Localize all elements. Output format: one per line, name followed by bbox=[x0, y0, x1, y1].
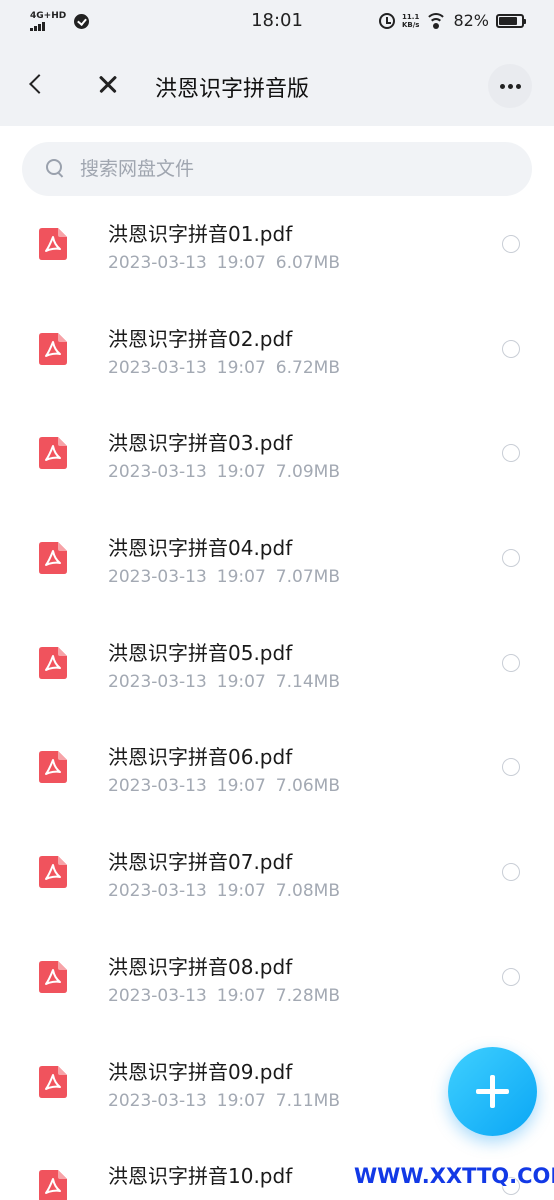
file-time: 19:07 bbox=[216, 462, 266, 483]
speed-unit: KB/s bbox=[401, 20, 420, 29]
file-meta: 2023-03-13 19:07 7.09MB bbox=[108, 462, 350, 482]
file-time: 19:07 bbox=[216, 671, 266, 692]
file-name: 洪恩识字拼音08.pdf bbox=[108, 954, 293, 979]
pdf-file-icon bbox=[39, 228, 67, 260]
file-date: 2023-03-13 bbox=[108, 881, 207, 902]
pdf-file-icon bbox=[39, 856, 67, 889]
status-bar: 4G+HD 18:01 11.1 KB/s 82% bbox=[0, 0, 554, 44]
file-row[interactable]: 洪恩识字拼音05.pdf 2023-03-13 19:07 7.14MB bbox=[0, 617, 554, 722]
alarm-icon bbox=[378, 12, 395, 29]
file-time: 19:07 bbox=[216, 567, 266, 588]
file-size: 7.28MB bbox=[275, 985, 340, 1006]
search-input[interactable] bbox=[80, 154, 500, 184]
select-radio[interactable] bbox=[502, 863, 520, 882]
file-size: 6.72MB bbox=[275, 357, 340, 378]
file-row[interactable]: 洪恩识字拼音03.pdf 2023-03-13 19:07 7.09MB bbox=[0, 407, 554, 512]
pdf-file-icon bbox=[39, 1065, 67, 1098]
select-radio[interactable] bbox=[502, 549, 520, 568]
file-meta: 2023-03-13 19:07 7.07MB bbox=[108, 567, 350, 587]
network-speed: 11.1 KB/s bbox=[402, 13, 419, 29]
pdf-file-icon bbox=[39, 1170, 67, 1200]
top-app-bar: 洪恩识字拼音版 bbox=[0, 44, 554, 126]
file-meta: 2023-03-13 19:07 7.14MB bbox=[108, 672, 350, 692]
file-time: 19:07 bbox=[216, 1090, 266, 1111]
file-meta bbox=[108, 1195, 138, 1200]
select-radio[interactable] bbox=[502, 653, 520, 672]
file-name: 洪恩识字拼音09.pdf bbox=[108, 1059, 293, 1084]
more-dots-icon bbox=[499, 83, 505, 89]
file-date: 2023-03-13 bbox=[108, 985, 207, 1006]
status-right: 11.1 KB/s 82% bbox=[378, 11, 526, 30]
pdf-file-icon bbox=[39, 437, 67, 470]
more-options-button[interactable] bbox=[488, 64, 532, 108]
file-row[interactable]: 洪恩识字拼音07.pdf 2023-03-13 19:07 7.08MB bbox=[0, 826, 554, 931]
file-name: 洪恩识字拼音07.pdf bbox=[108, 850, 293, 875]
file-name: 洪恩识字拼音10.pdf bbox=[108, 1164, 293, 1189]
file-row[interactable]: 洪恩识字拼音08.pdf 2023-03-13 19:07 7.28MB bbox=[0, 931, 554, 1036]
file-date: 2023-03-13 bbox=[108, 462, 207, 483]
file-size: 6.07MB bbox=[275, 253, 340, 273]
file-name: 洪恩识字拼音02.pdf bbox=[108, 326, 293, 351]
pdf-file-icon bbox=[39, 332, 67, 365]
file-size: 7.08MB bbox=[275, 881, 340, 902]
file-time: 19:07 bbox=[216, 253, 266, 273]
file-meta: 2023-03-13 19:07 6.72MB bbox=[108, 358, 350, 378]
search-icon bbox=[46, 159, 64, 177]
file-date: 2023-03-13 bbox=[108, 253, 207, 273]
close-button[interactable] bbox=[90, 66, 126, 102]
file-time: 19:07 bbox=[216, 881, 266, 902]
file-date: 2023-03-13 bbox=[108, 776, 207, 797]
back-button[interactable] bbox=[20, 66, 56, 102]
file-time: 19:07 bbox=[216, 985, 266, 1006]
pdf-file-icon bbox=[39, 960, 67, 993]
file-size: 7.06MB bbox=[275, 776, 340, 797]
file-row[interactable]: 洪恩识字拼音01.pdf 2023-03-13 19:07 6.07MB bbox=[0, 198, 554, 303]
select-radio[interactable] bbox=[502, 339, 520, 358]
search-bar[interactable] bbox=[22, 142, 532, 196]
file-meta: 2023-03-13 19:07 6.07MB bbox=[108, 253, 350, 273]
select-radio[interactable] bbox=[502, 967, 520, 986]
file-time: 19:07 bbox=[216, 776, 266, 797]
pdf-file-icon bbox=[39, 542, 67, 575]
file-row[interactable]: 洪恩识字拼音06.pdf 2023-03-13 19:07 7.06MB bbox=[0, 721, 554, 826]
wifi-icon bbox=[426, 12, 447, 29]
file-row[interactable]: 洪恩识字拼音04.pdf 2023-03-13 19:07 7.07MB bbox=[0, 512, 554, 617]
app-screen: 4G+HD 18:01 11.1 KB/s 82% 洪恩识字拼音版 搜索网盘文件… bbox=[0, 0, 554, 1200]
file-name: 洪恩识字拼音03.pdf bbox=[108, 431, 293, 456]
file-date: 2023-03-13 bbox=[108, 357, 207, 378]
file-name: 洪恩识字拼音04.pdf bbox=[108, 536, 293, 561]
file-size: 7.09MB bbox=[275, 462, 340, 483]
file-meta: 2023-03-13 19:07 7.11MB bbox=[108, 1091, 350, 1111]
speed-value: 11.1 bbox=[402, 12, 420, 21]
pdf-file-icon bbox=[39, 646, 67, 679]
battery-icon bbox=[496, 13, 526, 28]
watermark: WWW.XXTTQ.COM bbox=[354, 1164, 554, 1188]
select-radio[interactable] bbox=[502, 758, 520, 777]
add-button[interactable] bbox=[448, 1047, 537, 1136]
file-name: 洪恩识字拼音01.pdf bbox=[108, 222, 293, 246]
file-meta: 2023-03-13 19:07 7.06MB bbox=[108, 776, 350, 796]
file-time: 19:07 bbox=[216, 357, 266, 378]
pdf-file-icon bbox=[39, 751, 67, 784]
file-meta: 2023-03-13 19:07 7.28MB bbox=[108, 986, 350, 1006]
file-meta: 2023-03-13 19:07 7.08MB bbox=[108, 881, 350, 901]
file-name: 洪恩识字拼音05.pdf bbox=[108, 640, 293, 665]
file-name: 洪恩识字拼音06.pdf bbox=[108, 745, 293, 770]
file-size: 7.11MB bbox=[275, 1090, 340, 1111]
file-row[interactable]: 洪恩识字拼音02.pdf 2023-03-13 19:07 6.72MB bbox=[0, 303, 554, 408]
page-title: 洪恩识字拼音版 bbox=[155, 77, 310, 102]
file-list: 洪恩识字拼音01.pdf 2023-03-13 19:07 6.07MB 洪恩识字拼音0… bbox=[0, 198, 554, 1200]
select-radio[interactable] bbox=[502, 444, 520, 463]
select-radio[interactable] bbox=[502, 235, 520, 253]
file-size: 7.07MB bbox=[275, 567, 340, 588]
file-size: 7.14MB bbox=[275, 671, 340, 692]
battery-percent: 82% bbox=[453, 11, 489, 30]
file-date: 2023-03-13 bbox=[108, 1090, 207, 1111]
file-date: 2023-03-13 bbox=[108, 567, 207, 588]
file-date: 2023-03-13 bbox=[108, 671, 207, 692]
